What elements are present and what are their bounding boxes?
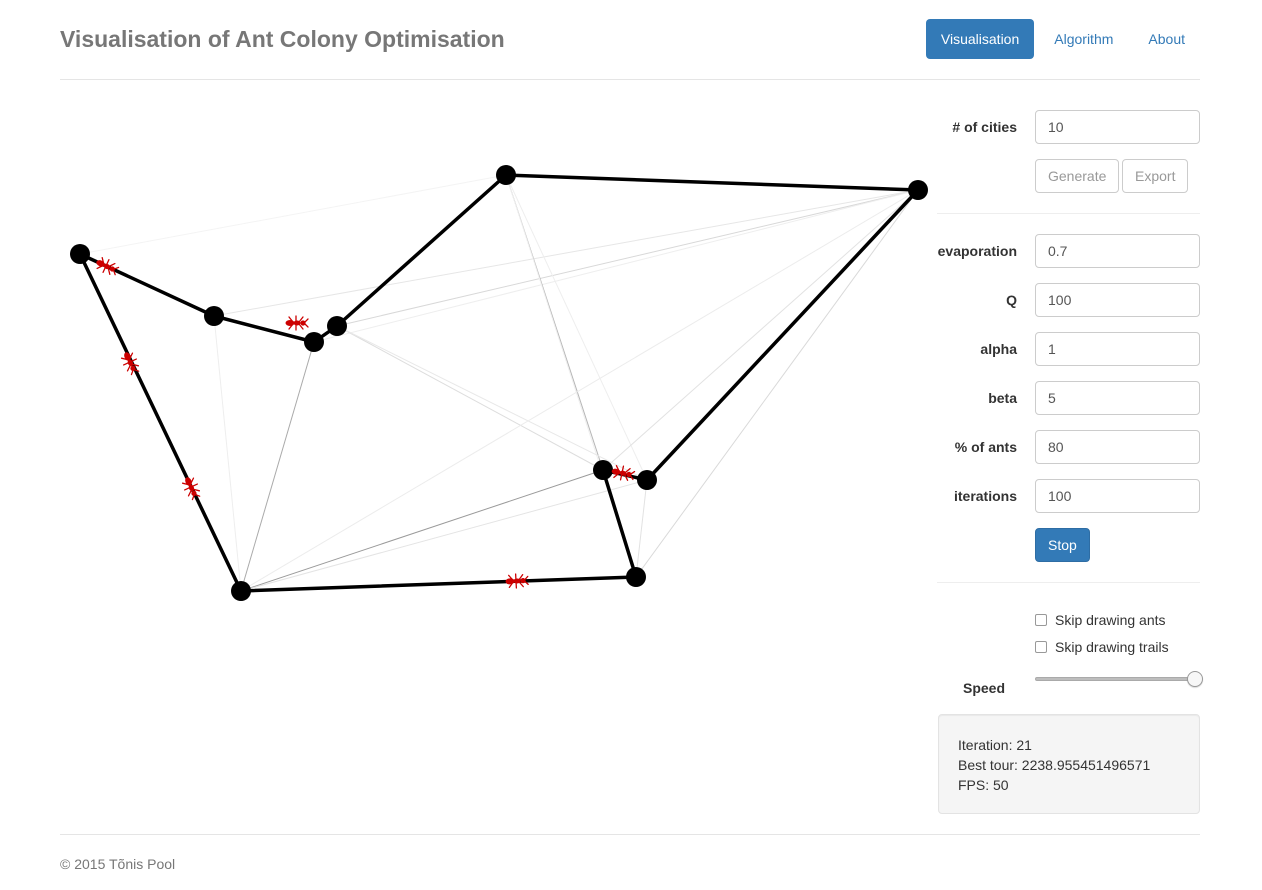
divider (937, 582, 1200, 583)
ants-row: % of ants (937, 430, 1200, 464)
skip-ants-label: Skip drawing ants (1055, 612, 1166, 628)
alpha-row: alpha (937, 332, 1200, 366)
city-node (496, 165, 516, 185)
ant-icon (179, 473, 204, 502)
city-node (327, 316, 347, 336)
ants-label: % of ants (954, 439, 1017, 455)
pheromone-trails (79, 174, 919, 592)
beta-label: beta (988, 390, 1017, 406)
ant-icon (284, 315, 309, 331)
city-node (231, 581, 251, 601)
q-label: Q (1006, 292, 1017, 308)
iterations-label: iterations (953, 488, 1017, 504)
ant-icon (609, 463, 636, 483)
iteration-stat: Iteration: 21 (958, 737, 1032, 753)
generate-button[interactable]: Generate (1035, 159, 1120, 193)
cities-row: # of cities (937, 110, 1200, 144)
city-node (204, 306, 224, 326)
speed-slider[interactable] (1035, 677, 1193, 681)
export-button[interactable]: Export (1122, 159, 1189, 193)
stats-panel: Iteration: 21 Best tour: 2238.9554514965… (938, 714, 1200, 814)
ants-input[interactable] (1035, 430, 1200, 464)
city-node (304, 332, 324, 352)
beta-row: beta (937, 381, 1200, 415)
nav-algorithm[interactable]: Algorithm (1039, 19, 1128, 59)
ant-icon (504, 572, 529, 590)
q-row: Q (937, 283, 1200, 317)
cities (70, 165, 928, 601)
skip-ants-checkbox[interactable]: Skip drawing ants (1035, 610, 1166, 630)
skip-trails-label: Skip drawing trails (1055, 639, 1169, 655)
tour-graph (70, 165, 928, 601)
page-title: Visualisation of Ant Colony Optimisation (60, 26, 505, 52)
ants (92, 254, 636, 590)
ant-icon (92, 254, 121, 279)
nav-about[interactable]: About (1133, 19, 1200, 59)
evaporation-row: evaporation (937, 234, 1200, 268)
main-nav: Visualisation Algorithm About (921, 19, 1200, 59)
best-tour-path (78, 173, 920, 593)
alpha-input[interactable] (1035, 332, 1200, 366)
beta-input[interactable] (1035, 381, 1200, 415)
checkbox-icon[interactable] (1035, 614, 1047, 626)
iterations-row: iterations (937, 479, 1200, 513)
header: Visualisation of Ant Colony Optimisation… (60, 0, 1200, 80)
footer: © 2015 Tõnis Pool (60, 834, 1200, 872)
cities-label: # of cities (952, 119, 1017, 135)
fps-stat: FPS: 50 (958, 777, 1009, 793)
nav-visualisation[interactable]: Visualisation (925, 19, 1035, 59)
city-node (637, 470, 657, 490)
city-node (593, 460, 613, 480)
evaporation-input[interactable] (1035, 234, 1200, 268)
evaporation-label: evaporation (937, 243, 1017, 259)
iterations-input[interactable] (1035, 479, 1200, 513)
cities-input[interactable] (1035, 110, 1200, 144)
visualisation-canvas[interactable] (60, 100, 930, 720)
city-node (626, 567, 646, 587)
stop-button[interactable]: Stop (1035, 528, 1090, 562)
copyright-text: © 2015 Tõnis Pool (60, 856, 176, 872)
speed-slider-thumb[interactable] (1187, 671, 1203, 687)
city-node (70, 244, 90, 264)
city-node (908, 180, 928, 200)
divider (937, 213, 1200, 214)
checkbox-icon[interactable] (1035, 641, 1047, 653)
q-input[interactable] (1035, 283, 1200, 317)
skip-trails-checkbox[interactable]: Skip drawing trails (1035, 637, 1169, 657)
best-tour-stat: Best tour: 2238.955451496571 (958, 757, 1151, 773)
speed-label: Speed (963, 680, 1006, 696)
alpha-label: alpha (980, 341, 1017, 357)
